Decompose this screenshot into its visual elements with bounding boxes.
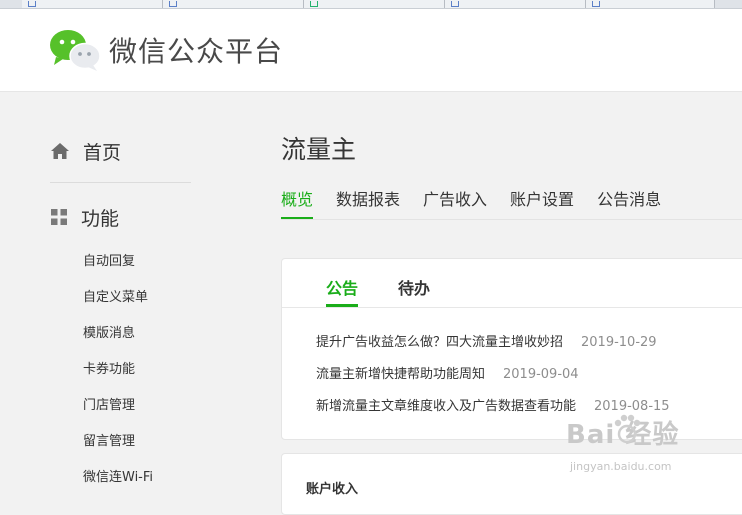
browser-tab[interactable] (163, 0, 304, 8)
sidebar: 首页 功能 自动回复 自定义菜单 模版消息 卡券功能 门店管理 留言管理 微信连… (0, 92, 250, 494)
notice-title-link[interactable]: 提升广告收益怎么做？四大流量主增收妙招 (316, 335, 563, 350)
browser-tab[interactable] (586, 0, 715, 8)
browser-tab[interactable] (304, 0, 445, 8)
sidebar-item-label: 首页 (83, 141, 122, 164)
notice-date: 2019-09-04 (503, 367, 579, 382)
main-tabs: 概览 数据报表 广告收入 账户设置 公告消息 (281, 186, 684, 220)
watermark-url: jingyan.baidu.com (570, 460, 672, 473)
browser-tab[interactable] (22, 0, 163, 8)
page-icon (451, 1, 459, 7)
notice-card-divider (282, 307, 742, 308)
page-icon (169, 1, 177, 7)
site-header: 微信公众平台 (0, 9, 742, 92)
sidebar-section-function: 功能 (50, 203, 119, 231)
page-icon (28, 1, 36, 7)
sidebar-item-home[interactable]: 首页 (50, 137, 121, 165)
tab-announcements[interactable]: 公告消息 (597, 186, 661, 220)
tab-ad-income[interactable]: 广告收入 (423, 186, 487, 220)
home-icon (51, 143, 69, 159)
sidebar-section-label: 功能 (81, 207, 120, 230)
tab-notices[interactable]: 公告 (326, 275, 359, 307)
tab-account-settings[interactable]: 账户设置 (510, 186, 574, 220)
browser-tab[interactable] (445, 0, 586, 8)
tabs-divider (281, 219, 742, 220)
notice-card-tabs: 公告 待办 (326, 275, 470, 307)
wechat-logo-icon[interactable] (48, 28, 102, 72)
sidebar-item-card-coupon[interactable]: 卡券功能 (83, 358, 135, 377)
sidebar-divider (50, 182, 191, 183)
notice-title-link[interactable]: 流量主新增快捷帮助功能周知 (316, 367, 485, 382)
sidebar-item-comment-management[interactable]: 留言管理 (83, 430, 135, 449)
page-icon (592, 1, 600, 7)
watermark: Bai 经验 jingyan.baidu.com (566, 410, 742, 490)
tab-overview[interactable]: 概览 (281, 186, 314, 220)
browser-tabstrip (0, 0, 742, 9)
page-title: 流量主 (281, 135, 357, 164)
sidebar-item-template-message[interactable]: 模版消息 (83, 322, 135, 341)
paw-icon (614, 414, 641, 444)
brand-title[interactable]: 微信公众平台 (109, 30, 283, 70)
sidebar-item-auto-reply[interactable]: 自动回复 (83, 250, 135, 269)
account-income-heading: 账户收入 (306, 482, 359, 497)
notice-item: 提升广告收益怎么做？四大流量主增收妙招 2019-10-29 (316, 331, 657, 350)
notice-date: 2019-10-29 (581, 335, 657, 350)
sidebar-item-wifi[interactable]: 微信连Wi-Fi (83, 466, 153, 485)
notice-title-link[interactable]: 新增流量主文章维度收入及广告数据查看功能 (316, 399, 576, 414)
page-icon (310, 1, 318, 7)
notice-item: 流量主新增快捷帮助功能周知 2019-09-04 (316, 363, 579, 382)
sidebar-item-store-management[interactable]: 门店管理 (83, 394, 135, 413)
tab-data-report[interactable]: 数据报表 (336, 186, 400, 220)
sidebar-item-custom-menu[interactable]: 自定义菜单 (83, 286, 148, 305)
grid-icon (51, 209, 67, 225)
tab-todo[interactable]: 待办 (398, 275, 430, 307)
